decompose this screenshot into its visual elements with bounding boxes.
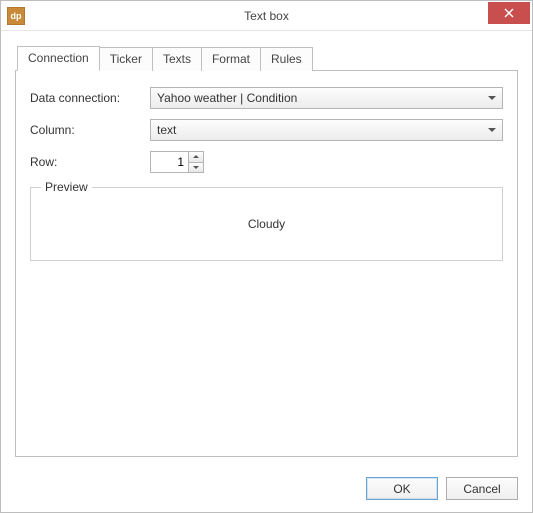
row-spin-buttons	[188, 151, 204, 173]
row-column: Column: text	[30, 119, 503, 141]
row-spinner	[150, 151, 204, 173]
row-spin-up[interactable]	[189, 152, 203, 163]
row-label: Row:	[30, 155, 150, 169]
client-area: Connection Ticker Texts Format Rules Dat…	[1, 31, 532, 467]
row-spin-down[interactable]	[189, 163, 203, 173]
close-button[interactable]	[488, 2, 530, 24]
chevron-down-icon	[193, 166, 199, 169]
tab-texts[interactable]: Texts	[152, 47, 202, 71]
window-title: Text box	[1, 9, 532, 23]
tabpanel-connection: Data connection: Yahoo weather | Conditi…	[15, 70, 518, 457]
titlebar: dp Text box	[1, 1, 532, 31]
tab-connection[interactable]: Connection	[17, 46, 100, 71]
app-icon: dp	[7, 7, 25, 25]
dialog-window: dp Text box Connection Ticker Texts Form…	[0, 0, 533, 513]
tabstrip: Connection Ticker Texts Format Rules	[17, 45, 518, 70]
tab-ticker[interactable]: Ticker	[99, 47, 153, 71]
ok-button[interactable]: OK	[366, 477, 438, 500]
row-data-connection: Data connection: Yahoo weather | Conditi…	[30, 87, 503, 109]
dialog-footer: OK Cancel	[1, 467, 532, 512]
data-connection-select[interactable]: Yahoo weather | Condition	[150, 87, 503, 109]
row-row: Row:	[30, 151, 503, 173]
column-value: text	[157, 123, 176, 137]
data-connection-value: Yahoo weather | Condition	[157, 91, 297, 105]
close-icon	[504, 8, 514, 18]
preview-content: Cloudy	[31, 188, 502, 260]
column-select[interactable]: text	[150, 119, 503, 141]
preview-group: Preview Cloudy	[30, 187, 503, 261]
row-input[interactable]	[150, 151, 188, 173]
tab-rules[interactable]: Rules	[260, 47, 313, 71]
column-label: Column:	[30, 123, 150, 137]
preview-legend: Preview	[41, 180, 92, 194]
chevron-down-icon	[488, 96, 496, 100]
chevron-up-icon	[193, 155, 199, 158]
chevron-down-icon	[488, 128, 496, 132]
cancel-button[interactable]: Cancel	[446, 477, 518, 500]
data-connection-label: Data connection:	[30, 91, 150, 105]
tab-format[interactable]: Format	[201, 47, 261, 71]
